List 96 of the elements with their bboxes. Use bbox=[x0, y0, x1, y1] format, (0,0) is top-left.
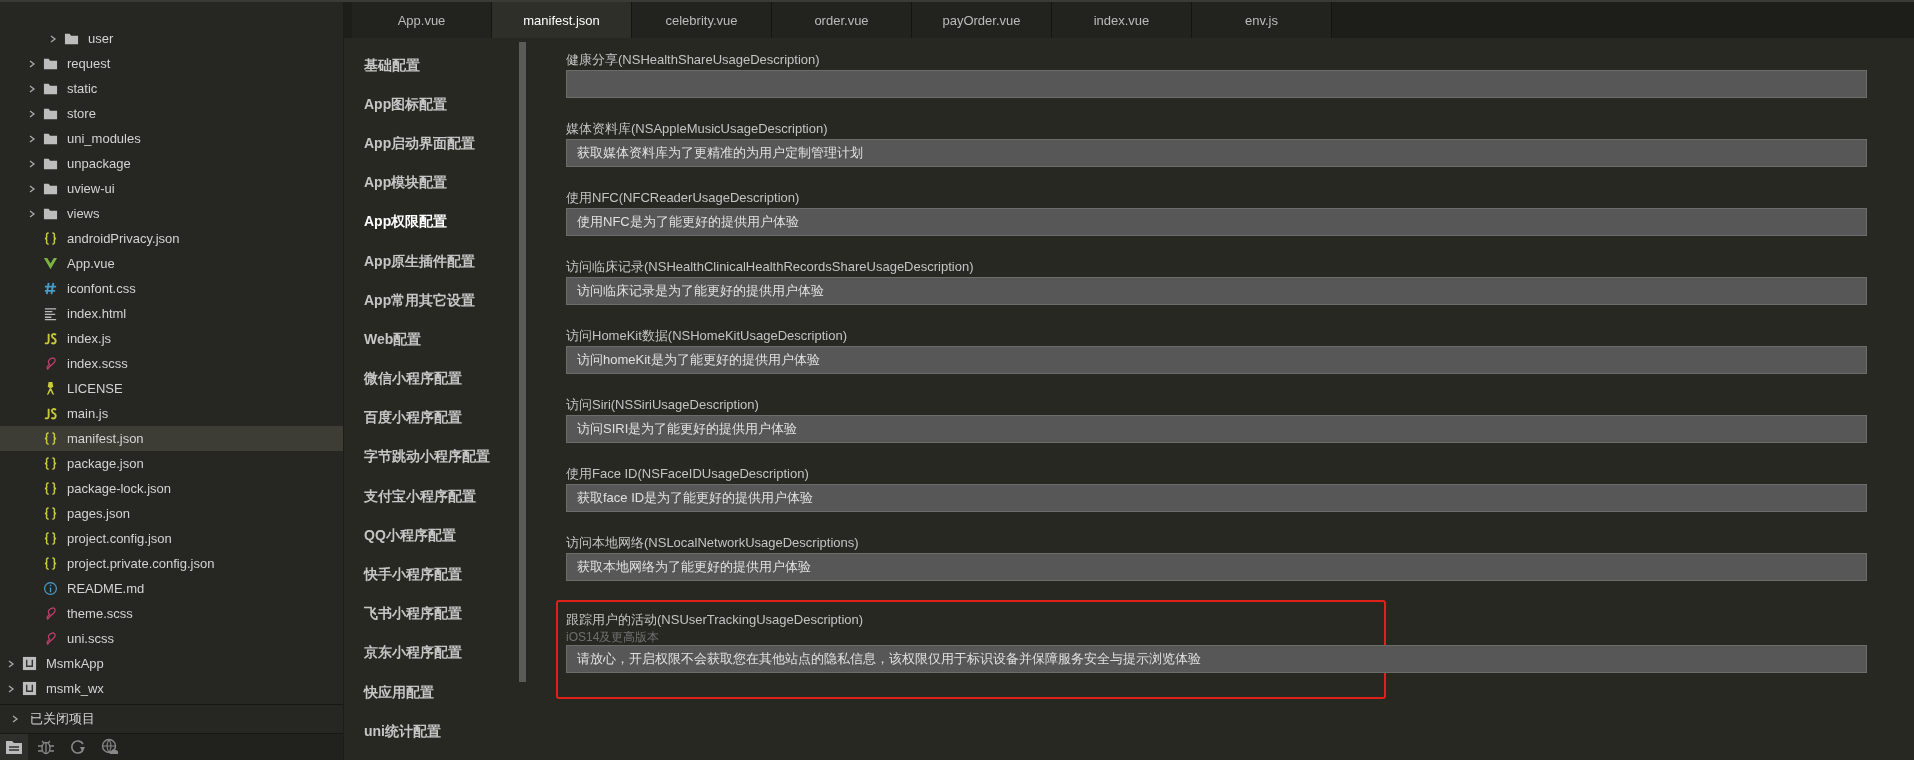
input-field[interactable]: 使用NFC是为了能更好的提供用户体验 bbox=[566, 208, 1867, 236]
script-icon bbox=[43, 331, 58, 346]
editor-tab[interactable]: App.vue bbox=[352, 2, 492, 38]
folder-icon bbox=[43, 206, 58, 221]
tree-item[interactable]: iconfont.css bbox=[0, 276, 343, 301]
settings-nav-item[interactable]: 快应用配置 bbox=[364, 673, 519, 713]
braces-icon bbox=[43, 531, 58, 546]
settings-nav-item[interactable]: uni统计配置 bbox=[364, 712, 519, 752]
project-square-icon bbox=[22, 656, 37, 671]
input-field[interactable]: 获取媒体资料库为了更精准的为用户定制管理计划 bbox=[566, 139, 1867, 167]
tree-item[interactable]: index.html bbox=[0, 301, 343, 326]
project-square-icon bbox=[22, 681, 37, 696]
settings-nav-item[interactable]: 京东小程序配置 bbox=[364, 633, 519, 673]
input-field[interactable] bbox=[566, 70, 1867, 98]
tree-item[interactable]: androidPrivacy.json bbox=[0, 226, 343, 251]
tree-item[interactable]: package.json bbox=[0, 451, 343, 476]
folder-icon bbox=[43, 56, 58, 71]
field-label: 跟踪用户的活动(NSUserTrackingUsageDescription) bbox=[566, 611, 865, 629]
settings-nav-item[interactable]: 微信小程序配置 bbox=[364, 359, 519, 399]
script-icon bbox=[43, 406, 58, 421]
settings-nav-item[interactable]: 字节跳动小程序配置 bbox=[364, 437, 519, 478]
settings-nav-item[interactable]: 百度小程序配置 bbox=[364, 398, 519, 438]
hash-icon bbox=[43, 281, 58, 296]
folder-icon bbox=[43, 131, 58, 146]
tree-item[interactable]: uview-ui bbox=[0, 176, 343, 201]
tree-item[interactable]: manifest.json bbox=[0, 426, 343, 451]
tree-item[interactable]: App.vue bbox=[0, 251, 343, 276]
tree-item[interactable]: pages.json bbox=[0, 501, 343, 526]
braces-icon bbox=[43, 556, 58, 571]
settings-nav-item[interactable]: Web配置 bbox=[364, 320, 519, 360]
settings-nav-item[interactable]: 快手小程序配置 bbox=[364, 555, 519, 595]
tree-item[interactable]: request bbox=[0, 51, 343, 76]
field-label: 访问临床记录(NSHealthClinicalHealthRecordsShareUsageDescription) bbox=[566, 258, 975, 276]
input-field[interactable]: 访问临床记录是为了能更好的提供用户体验 bbox=[566, 277, 1867, 305]
settings-nav-item[interactable]: 支付宝小程序配置 bbox=[364, 477, 519, 517]
settings-nav-item[interactable]: App模块配置 bbox=[364, 163, 519, 203]
settings-nav-item[interactable]: 飞书小程序配置 bbox=[364, 594, 519, 634]
document-lines-icon bbox=[43, 306, 58, 321]
settings-nav-item[interactable]: 基础配置 bbox=[364, 46, 519, 86]
scrollbar[interactable] bbox=[519, 42, 526, 682]
v-logo-icon bbox=[43, 256, 58, 271]
settings-nav-item[interactable]: App原生插件配置 bbox=[364, 241, 519, 282]
info-icon bbox=[43, 581, 58, 596]
settings-nav-item[interactable]: App常用其它设置 bbox=[364, 281, 519, 321]
tree-item[interactable]: unpackage bbox=[0, 151, 343, 176]
settings-nav-item[interactable]: App启动界面配置 bbox=[364, 124, 519, 164]
tree-item[interactable]: main.js bbox=[0, 401, 343, 426]
settings-nav-item[interactable]: QQ小程序配置 bbox=[364, 516, 519, 556]
field-label: 媒体资料库(NSAppleMusicUsageDescription) bbox=[566, 120, 829, 138]
tree-item[interactable]: views bbox=[0, 201, 343, 226]
editor-tab[interactable]: manifest.json bbox=[492, 2, 632, 38]
folder-icon bbox=[43, 181, 58, 196]
folder-icon bbox=[43, 81, 58, 96]
tree-item[interactable]: README.md bbox=[0, 576, 343, 601]
input-field[interactable]: 获取face ID是为了能更好的提供用户体验 bbox=[566, 484, 1867, 512]
tree-item[interactable]: index.scss bbox=[0, 351, 343, 376]
input-field[interactable]: 访问homeKit是为了能更好的提供用户体验 bbox=[566, 346, 1867, 374]
tree-item[interactable]: project.config.json bbox=[0, 526, 343, 551]
tree-item[interactable]: theme.scss bbox=[0, 601, 343, 626]
field-hint: iOS14及更高版本 bbox=[566, 630, 661, 645]
folder-icon bbox=[43, 156, 58, 171]
tree-item[interactable]: store bbox=[0, 101, 343, 126]
editor-tab[interactable]: celebrity.vue bbox=[632, 2, 772, 38]
folder-icon bbox=[43, 106, 58, 121]
tree-item[interactable]: package-lock.json bbox=[0, 476, 343, 501]
tree-item[interactable]: index.js bbox=[0, 326, 343, 351]
braces-icon bbox=[43, 481, 58, 496]
braces-icon bbox=[43, 231, 58, 246]
tree-item[interactable]: uni_modules bbox=[0, 126, 343, 151]
tree-item[interactable]: static bbox=[0, 76, 343, 101]
field-label: 访问HomeKit数据(NSHomeKitUsageDescription) bbox=[566, 327, 849, 345]
input-field[interactable]: 请放心，开启权限不会获取您在其他站点的隐私信息，该权限仅用于标识设备并保障服务安全与提示浏览体验 bbox=[566, 645, 1867, 673]
files-icon[interactable] bbox=[0, 734, 28, 760]
tree-item[interactable]: uni.scss bbox=[0, 626, 343, 651]
tree-item[interactable]: user bbox=[0, 26, 343, 51]
tree-item[interactable]: msmk_wx bbox=[0, 676, 343, 701]
input-field[interactable]: 访问SIRI是为了能更好的提供用户体验 bbox=[566, 415, 1867, 443]
input-field[interactable]: 获取本地网络为了能更好的提供用户体验 bbox=[566, 553, 1867, 581]
braces-icon bbox=[43, 456, 58, 471]
editor-tab[interactable]: order.vue bbox=[772, 2, 912, 38]
braces-icon bbox=[43, 506, 58, 521]
field-label: 健康分享(NSHealthShareUsageDescription) bbox=[566, 51, 821, 69]
field-label: 使用NFC(NFCReaderUsageDescription) bbox=[566, 189, 801, 207]
tree-item[interactable]: LICENSE bbox=[0, 376, 343, 401]
field-label: 访问Siri(NSSiriUsageDescription) bbox=[566, 396, 760, 414]
tree-item[interactable]: project.private.config.json bbox=[0, 551, 343, 576]
field-label: 使用Face ID(NSFaceIDUsageDescription) bbox=[566, 465, 810, 483]
editor-tab[interactable]: index.vue bbox=[1052, 2, 1192, 38]
field-label: 访问本地网络(NSLocalNetworkUsageDescriptions) bbox=[566, 534, 860, 552]
editor-tab[interactable]: payOrder.vue bbox=[912, 2, 1052, 38]
braces-icon bbox=[43, 431, 58, 446]
settings-nav-item[interactable]: App图标配置 bbox=[364, 85, 519, 125]
editor-tab[interactable]: env.js bbox=[1192, 2, 1332, 38]
tree-item[interactable]: MsmkApp bbox=[0, 651, 343, 676]
settings-nav-item[interactable]: App权限配置 bbox=[364, 202, 519, 242]
folder-icon bbox=[64, 31, 79, 46]
